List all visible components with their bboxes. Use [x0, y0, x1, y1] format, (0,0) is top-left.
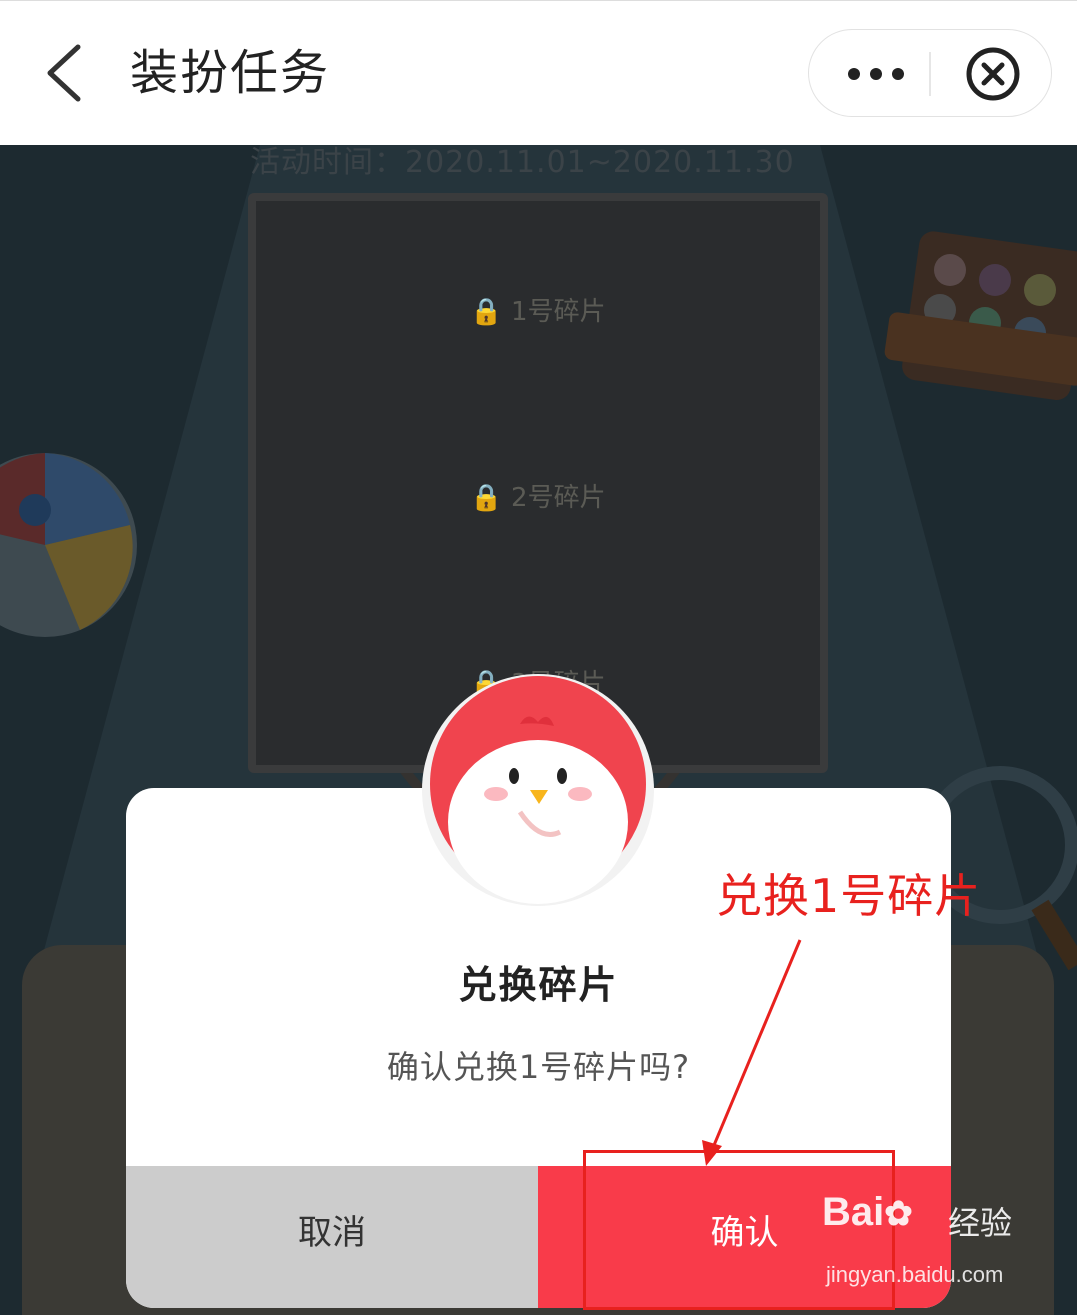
nav-header: 装扮任务	[0, 0, 1077, 145]
paw-icon: ✿	[884, 1195, 913, 1233]
activity-date: 活动时间：2020.11.01~2020.11.30	[250, 145, 795, 180]
puzzle-piece-1[interactable]: 🔒 1号碎片	[256, 291, 820, 328]
more-button[interactable]	[841, 54, 911, 94]
mini-program-capsule	[808, 29, 1052, 117]
annotation-label: 兑换1号碎片	[716, 869, 982, 923]
lock-icon: 🔒	[470, 483, 503, 513]
baidu-jingyan-watermark: Bai✿ 经验 jingyan.baidu.com	[822, 1190, 1032, 1290]
lock-icon: 🔒	[470, 297, 503, 327]
page-title: 装扮任务	[130, 45, 331, 101]
chevron-left-icon	[47, 44, 81, 102]
palette-icon	[884, 231, 1077, 400]
back-button[interactable]	[40, 41, 90, 105]
watermark-url: jingyan.baidu.com	[826, 1262, 1004, 1287]
dialog-title: 兑换碎片	[458, 963, 619, 1007]
beach-ball-icon	[0, 453, 137, 637]
close-circle-icon	[966, 47, 1020, 101]
dialog-message: 确认兑换1号碎片吗?	[386, 1048, 691, 1086]
watermark-logo: Bai✿	[822, 1190, 913, 1234]
puzzle-piece-2[interactable]: 🔒 2号碎片	[256, 477, 820, 514]
close-button[interactable]	[963, 44, 1023, 104]
capsule-divider	[929, 52, 931, 96]
watermark-cn: 经验	[948, 1204, 1013, 1242]
more-dots-icon	[848, 68, 904, 80]
chicken-mascot-icon	[420, 672, 656, 908]
cancel-button[interactable]: 取消	[126, 1166, 538, 1308]
